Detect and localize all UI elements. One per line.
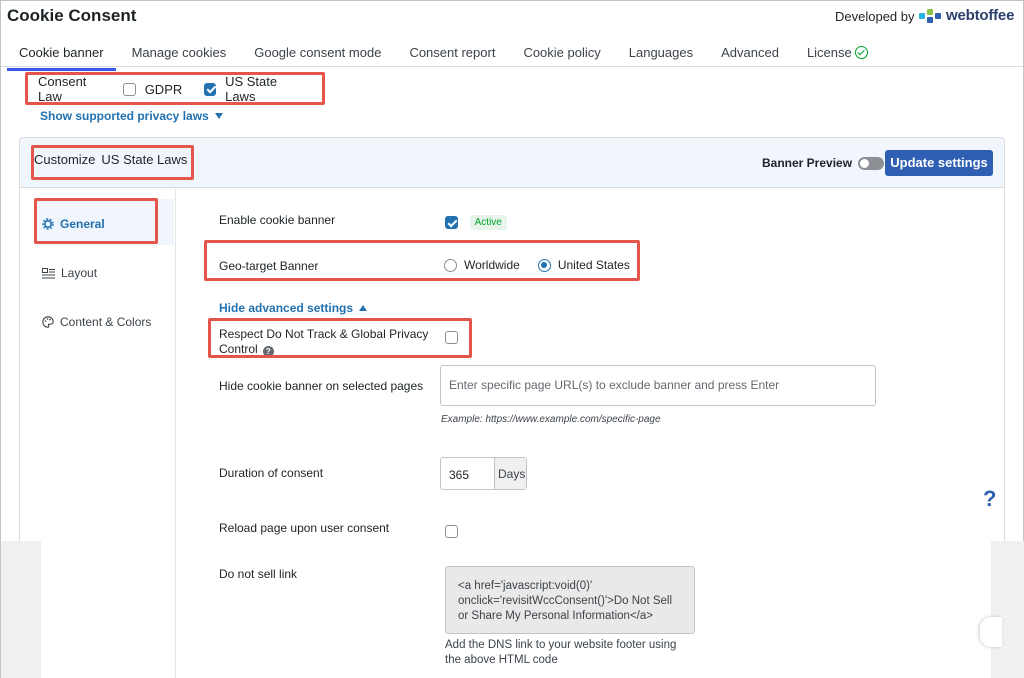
main-tabs: Cookie banner Manage cookies Google cons… xyxy=(7,41,884,71)
reload-label: Reload page upon user consent xyxy=(219,521,390,535)
dns-code-line3: or Share My Personal Information</a> xyxy=(458,610,653,622)
chevron-down-icon xyxy=(214,113,223,119)
help-question-icon[interactable]: ? xyxy=(983,486,1011,522)
duration-unit: Days xyxy=(494,458,526,489)
dns-note-line2: the above HTML code xyxy=(445,654,558,666)
sidebar-item-content-colors[interactable]: Content & Colors xyxy=(42,315,151,329)
sidebar-item-label: Layout xyxy=(61,266,98,280)
enable-banner-label: Enable cookie banner xyxy=(219,213,336,227)
dns-code-line1: <a href='javascript:void(0)' xyxy=(458,580,593,592)
tab-languages[interactable]: Languages xyxy=(617,41,705,67)
enable-banner-checkbox[interactable] xyxy=(445,216,458,230)
status-badge: Active xyxy=(469,215,507,231)
highlight-dnt xyxy=(208,318,472,358)
page-title: Cookie Consent xyxy=(7,6,137,25)
tab-google-consent-mode[interactable]: Google consent mode xyxy=(242,41,393,67)
page-bg-right xyxy=(991,541,1024,678)
settings-sidebar: General Layout Content & Colors xyxy=(20,189,176,678)
exclude-pages-input[interactable]: Enter specific page URL(s) to exclude ba… xyxy=(440,365,876,406)
hide-advanced-label: Hide advanced settings xyxy=(219,301,354,315)
dns-code-textarea[interactable]: <a href='javascript:void(0)' onclick='re… xyxy=(445,566,695,634)
duration-field[interactable]: 365 Days xyxy=(440,457,527,490)
duration-input[interactable]: 365 xyxy=(441,458,494,489)
license-check-icon xyxy=(854,46,868,59)
layout-icon xyxy=(42,267,55,278)
enable-banner-control: Active xyxy=(445,214,507,231)
palette-icon xyxy=(42,316,54,328)
dns-note: Add the DNS link to your website footer … xyxy=(445,638,705,668)
dns-code-line2: onclick='revisitWccConsent()'>Do Not Sel… xyxy=(458,595,673,607)
highlight-geo-target xyxy=(204,240,640,281)
developed-by-label: Developed by xyxy=(835,9,915,24)
webtoffee-logo-icon xyxy=(919,8,941,23)
tab-cookie-policy[interactable]: Cookie policy xyxy=(511,41,612,67)
example-text: Example: https://www.example.com/specifi… xyxy=(441,414,661,425)
tab-manage-cookies[interactable]: Manage cookies xyxy=(120,41,239,67)
banner-preview-label: Banner Preview xyxy=(762,156,853,170)
brand-name: webtoffee xyxy=(946,7,1015,24)
hide-pages-label: Hide cookie banner on selected pages xyxy=(219,379,424,393)
banner-preview-toggle[interactable] xyxy=(858,156,885,170)
tab-license-label: License xyxy=(806,45,852,60)
update-settings-button[interactable]: Update settings xyxy=(885,150,993,176)
top-bar: Cookie Consent Developed by webtoffee Co… xyxy=(1,1,1023,71)
tab-cookie-banner[interactable]: Cookie banner xyxy=(7,41,116,71)
show-laws-label: Show supported privacy laws xyxy=(40,109,209,123)
dns-note-line1: Add the DNS link to your website footer … xyxy=(445,639,677,651)
floating-tab-button[interactable] xyxy=(980,617,1002,647)
chevron-up-icon xyxy=(359,305,368,311)
highlight-consent-law xyxy=(25,72,325,105)
tab-advanced[interactable]: Advanced xyxy=(709,41,791,67)
highlight-general xyxy=(34,198,158,244)
show-supported-laws-link[interactable]: Show supported privacy laws xyxy=(40,109,223,123)
sidebar-item-layout[interactable]: Layout xyxy=(42,266,97,280)
hide-advanced-settings-link[interactable]: Hide advanced settings xyxy=(219,301,368,315)
banner-preview[interactable]: Banner Preview xyxy=(762,156,885,170)
brand-logo[interactable]: webtoffee xyxy=(919,7,1014,24)
reload-control xyxy=(445,523,458,539)
app-window: Cookie Consent Developed by webtoffee Co… xyxy=(0,0,1024,678)
customize-card: Customize US State Laws Banner Preview Up… xyxy=(19,137,1005,678)
page-bg-left xyxy=(1,541,41,678)
tab-consent-report[interactable]: Consent report xyxy=(397,41,507,67)
dns-link-label: Do not sell link xyxy=(219,567,298,581)
duration-label: Duration of consent xyxy=(219,466,324,480)
reload-checkbox[interactable] xyxy=(445,525,458,539)
highlight-customize xyxy=(31,145,194,180)
tab-license[interactable]: License xyxy=(795,41,880,67)
sidebar-item-label: Content & Colors xyxy=(60,315,152,329)
